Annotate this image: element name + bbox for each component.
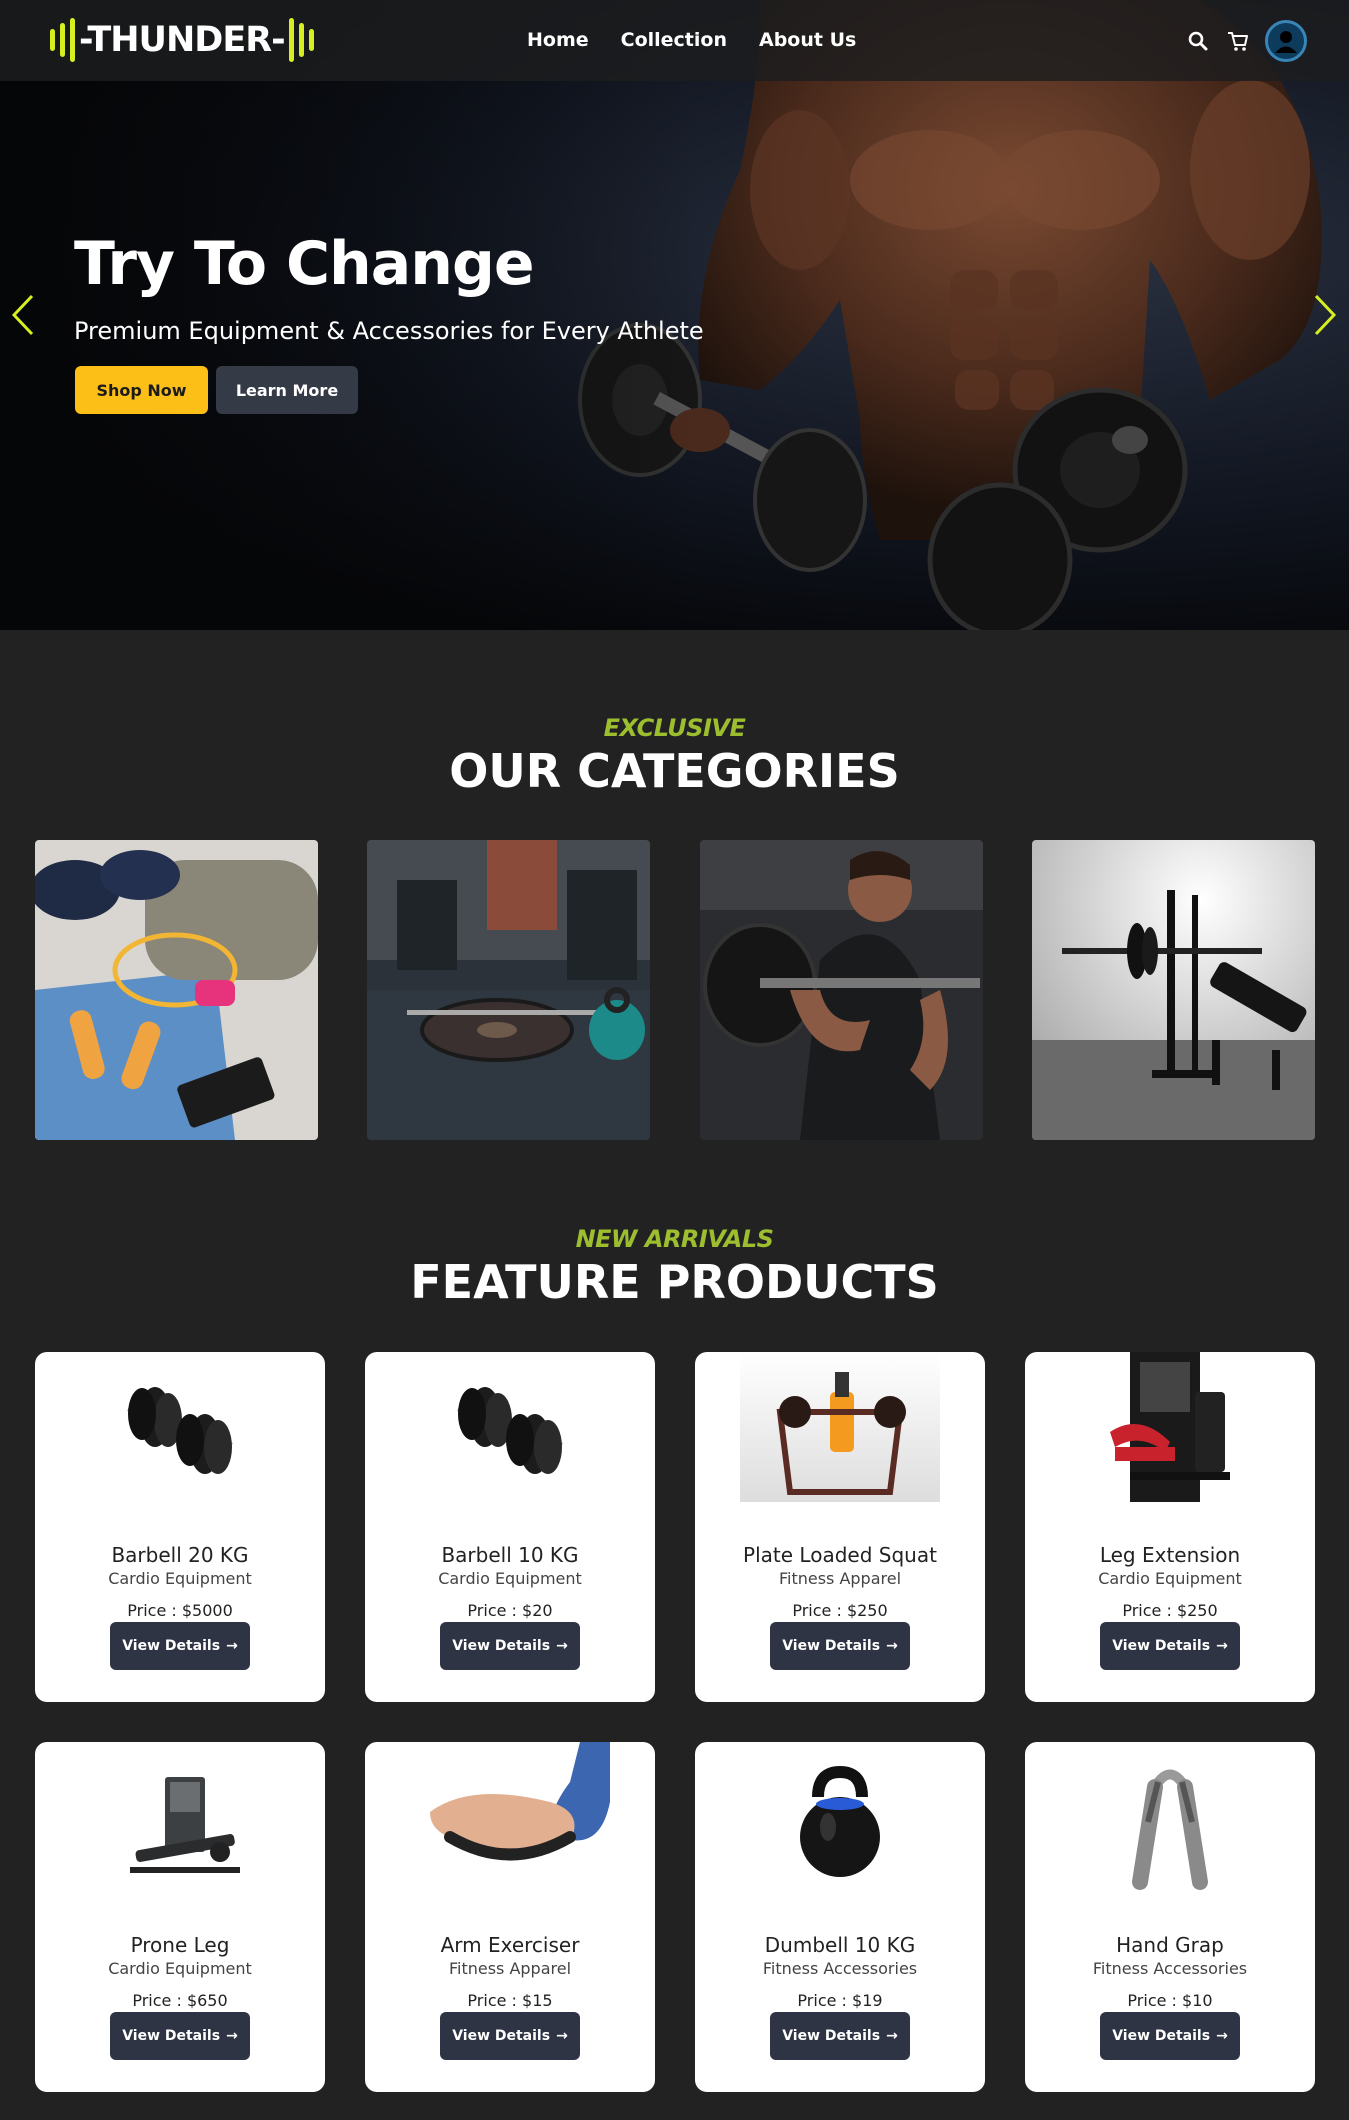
product-image-prone-leg (130, 1777, 240, 1873)
category-strength-image (700, 840, 983, 1140)
categories-title: OUR CATEGORIES (449, 744, 900, 798)
product-image-hand-grip (1132, 1769, 1208, 1890)
product-card: Arm Exerciser Fitness Apparel Price : $1… (365, 1742, 655, 2092)
product-category: Cardio Equipment (438, 1569, 582, 1588)
product-price: Price : $19 (797, 1991, 883, 2010)
product-category: Fitness Accessories (1092, 1959, 1248, 1978)
product-name: Barbell 10 KG (441, 1543, 579, 1567)
product-image-dumbell-10kg (800, 1765, 880, 1877)
cart-icon[interactable] (1225, 28, 1251, 54)
user-avatar-icon[interactable] (1265, 20, 1307, 62)
brand-logo[interactable]: -THUNDER- (50, 18, 314, 62)
view-details-button[interactable]: View Details → (440, 1622, 580, 1670)
featured-eyebrow: NEW ARRIVALS (575, 1225, 774, 1253)
product-card: Leg Extension Cardio Equipment Price : $… (1025, 1352, 1315, 1702)
arrow-right-icon: → (1216, 1638, 1228, 1654)
product-price: Price : $10 (1127, 1991, 1213, 2010)
product-price: Price : $250 (1122, 1601, 1218, 1620)
arrow-right-icon: → (556, 1638, 568, 1654)
product-card: Barbell 20 KG Cardio Equipment Price : $… (35, 1352, 325, 1702)
featured-title: FEATURE PRODUCTS (410, 1255, 939, 1309)
view-details-label: View Details (122, 1638, 221, 1654)
category-card-accessories[interactable] (35, 840, 318, 1140)
arrow-right-icon: → (1216, 2028, 1228, 2044)
view-details-label: View Details (782, 2028, 881, 2044)
product-image-leg-extension (1110, 1352, 1230, 1502)
category-accessories-image (35, 840, 318, 1140)
view-details-label: View Details (452, 2028, 551, 2044)
learn-more-button[interactable]: Learn More (216, 366, 358, 414)
hero-banner: Try To Change Premium Equipment & Access… (0, 0, 1349, 630)
product-category: Fitness Apparel (448, 1959, 572, 1978)
product-name: Barbell 20 KG (111, 1543, 249, 1567)
product-card: Hand Grap Fitness Accessories Price : $1… (1025, 1742, 1315, 2092)
view-details-button[interactable]: View Details → (110, 1622, 250, 1670)
arrow-right-icon: → (886, 2028, 898, 2044)
product-name: Hand Grap (1116, 1933, 1224, 1957)
logo-bars-left-icon (50, 18, 75, 62)
product-category: Cardio Equipment (108, 1959, 252, 1978)
main-nav: Home Collection About Us (527, 26, 856, 54)
carousel-prev-arrow-icon[interactable] (8, 290, 38, 340)
logo-text: -THUNDER- (79, 20, 286, 60)
product-name: Arm Exerciser (440, 1933, 580, 1957)
view-details-button[interactable]: View Details → (1100, 1622, 1240, 1670)
product-category: Fitness Accessories (762, 1959, 918, 1978)
arrow-right-icon: → (226, 1638, 238, 1654)
nav-collection[interactable]: Collection (621, 26, 727, 54)
product-name: Prone Leg (130, 1933, 230, 1957)
view-details-label: View Details (452, 1638, 551, 1654)
product-card: Plate Loaded Squat Fitness Apparel Price… (695, 1352, 985, 1702)
product-image-barbell-10kg (457, 1387, 563, 1474)
product-price: Price : $5000 (127, 1601, 233, 1620)
product-price: Price : $250 (792, 1601, 888, 1620)
product-category: Cardio Equipment (108, 1569, 252, 1588)
nav-home[interactable]: Home (527, 26, 589, 54)
search-icon[interactable] (1185, 28, 1211, 54)
categories-eyebrow: EXCLUSIVE (603, 714, 746, 742)
product-category: Fitness Apparel (778, 1569, 902, 1588)
view-details-label: View Details (782, 1638, 881, 1654)
view-details-label: View Details (1112, 1638, 1211, 1654)
category-machines-image (1032, 840, 1315, 1140)
view-details-button[interactable]: View Details → (440, 2012, 580, 2060)
logo-bars-right-icon (288, 18, 314, 62)
carousel-next-arrow-icon[interactable] (1310, 290, 1340, 340)
view-details-button[interactable]: View Details → (110, 2012, 250, 2060)
nav-about-us[interactable]: About Us (759, 26, 856, 54)
shop-now-button[interactable]: Shop Now (75, 366, 208, 414)
nav-actions (1185, 20, 1307, 62)
view-details-button[interactable]: View Details → (1100, 2012, 1240, 2060)
product-image-barbell-20kg (127, 1387, 233, 1474)
product-image-arm-exerciser (430, 1742, 610, 1861)
hero-title: Try To Change (74, 229, 535, 299)
product-card: Dumbell 10 KG Fitness Accessories Price … (695, 1742, 985, 2092)
view-details-label: View Details (1112, 2028, 1211, 2044)
view-details-label: View Details (122, 2028, 221, 2044)
view-details-button[interactable]: View Details → (770, 2012, 910, 2060)
top-navbar: -THUNDER- Home Collection About Us (0, 0, 1349, 81)
category-card-strength[interactable] (700, 840, 983, 1140)
product-name: Leg Extension (1099, 1543, 1241, 1567)
category-gym-floor-image (367, 840, 650, 1140)
product-name: Dumbell 10 KG (764, 1933, 916, 1957)
product-card: Barbell 10 KG Cardio Equipment Price : $… (365, 1352, 655, 1702)
product-card: Prone Leg Cardio Equipment Price : $650 … (35, 1742, 325, 2092)
product-category: Cardio Equipment (1098, 1569, 1242, 1588)
arrow-right-icon: → (226, 2028, 238, 2044)
category-card-gym-floor[interactable] (367, 840, 650, 1140)
product-price: Price : $650 (132, 1991, 228, 2010)
hero-subtitle: Premium Equipment & Accessories for Ever… (74, 317, 704, 345)
arrow-right-icon: → (556, 2028, 568, 2044)
product-price: Price : $15 (467, 1991, 553, 2010)
view-details-button[interactable]: View Details → (770, 1622, 910, 1670)
arrow-right-icon: → (886, 1638, 898, 1654)
product-price: Price : $20 (467, 1601, 553, 1620)
category-card-machines[interactable] (1032, 840, 1315, 1140)
product-image-plate-loaded-squat (740, 1352, 940, 1502)
product-name: Plate Loaded Squat (743, 1543, 937, 1567)
